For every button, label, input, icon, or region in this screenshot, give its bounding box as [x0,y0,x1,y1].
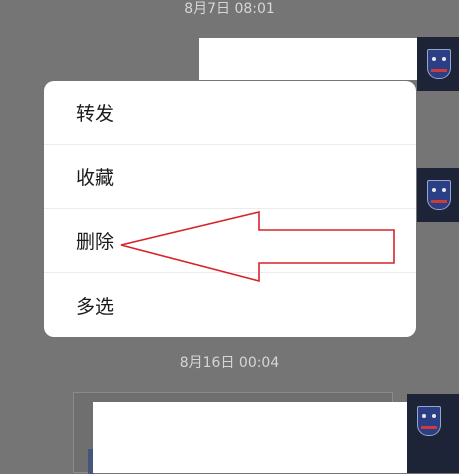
context-menu: 转发 收藏 删除 多选 [44,81,416,337]
team-badge-icon [427,180,451,210]
menu-item-label: 收藏 [76,167,115,189]
message-card-redacted[interactable] [199,38,417,80]
avatar[interactable] [417,168,459,222]
menu-item-label: 多选 [76,295,115,318]
menu-item-favorite[interactable]: 收藏 [44,145,416,209]
timestamp-mid: 8月16日 00:04 [179,355,280,371]
timestamp-top: 8月7日 08:01 [184,1,275,17]
message-card-redacted [93,402,452,473]
menu-item-label: 转发 [76,103,115,125]
avatar[interactable] [417,37,459,91]
menu-item-label: 删除 [76,231,115,253]
avatar[interactable] [407,394,459,473]
menu-item-multiselect[interactable]: 多选 [44,273,416,337]
team-badge-icon [417,406,441,436]
menu-item-forward[interactable]: 转发 [44,81,416,145]
menu-item-delete[interactable]: 删除 [44,209,416,273]
team-badge-icon [427,49,451,79]
